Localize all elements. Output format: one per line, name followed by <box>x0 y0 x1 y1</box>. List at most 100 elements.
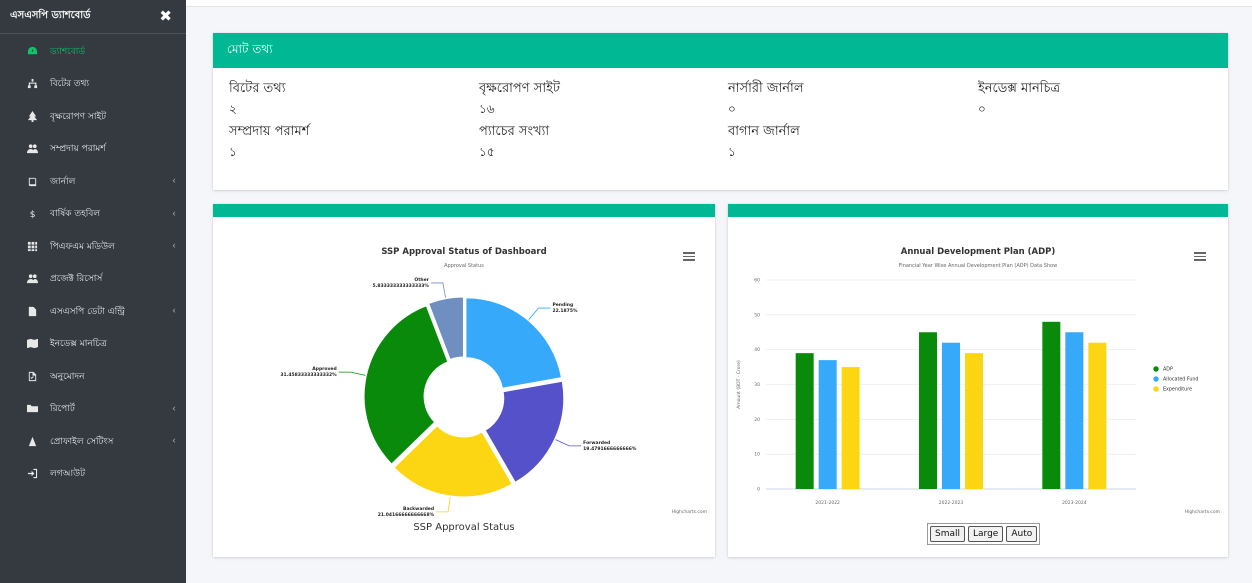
sidebar-item[interactable]: বিটের তথ্য <box>0 68 186 101</box>
legend-label[interactable]: Expenditure <box>1163 387 1192 393</box>
bar[interactable] <box>1088 342 1107 489</box>
y-tick-label: 20 <box>754 417 760 423</box>
bar[interactable] <box>919 332 937 489</box>
book-icon <box>26 175 38 187</box>
summary-value: ০ <box>728 102 736 116</box>
pie-label-value: 21.04166666666668% <box>378 512 435 518</box>
pie-label-name: Other <box>414 277 429 283</box>
close-icon[interactable]: ✖ <box>159 9 172 24</box>
y-tick-label: 50 <box>754 312 760 318</box>
sidebar-item-label: বার্ষিক তহবিল <box>50 209 101 220</box>
card-header-bar <box>213 204 715 217</box>
file-check-icon <box>26 370 38 382</box>
legend-label[interactable]: Allocated Fund <box>1163 377 1198 383</box>
sidebar-item[interactable]: অনুমোদন <box>0 360 186 393</box>
bar-chart: 0 10 20 30 40 50 60 Amount (BDT - Crore) 2021-20… <box>736 278 1198 507</box>
size-large-button[interactable]: Large <box>968 526 1004 542</box>
dollar-icon: $ <box>26 208 38 220</box>
summary-item: ইনডেক্স মানচিত্র ০ <box>978 80 1060 117</box>
summary-value: ১ <box>728 145 736 159</box>
chevron-left-icon: ‹ <box>172 305 176 317</box>
legend-label[interactable]: ADP <box>1163 367 1173 373</box>
size-button-box: Small Large Auto <box>927 523 1041 545</box>
sidebar-item-label: অনুমোদন <box>50 371 85 382</box>
sidebar-item[interactable]: প্রজেক্ট রিসোর্স <box>0 263 186 296</box>
chevron-left-icon: ‹ <box>172 435 176 447</box>
sidebar-item[interactable]: জার্নাল ‹ <box>0 165 186 198</box>
bar[interactable] <box>942 342 960 489</box>
pie-label-name: Pending <box>552 302 573 308</box>
sidebar-item[interactable]: ইনডেক্স মানচিত্র <box>0 328 186 361</box>
sidebar-item-label: সম্প্রদায় পরামর্শ <box>50 144 106 155</box>
sidebar-item-label: ইনডেক্স মানচিত্র <box>50 339 107 350</box>
pie-label-value: 19.4791666666666% <box>583 446 637 452</box>
sidebar-item-label: প্রোফাইল সেটিংস <box>50 436 114 447</box>
sidebar-item[interactable]: এসএসপি ডেটা এন্ট্রি ‹ <box>0 295 186 328</box>
card-header-bar <box>728 204 1228 217</box>
bar[interactable] <box>841 367 860 489</box>
pie-connector <box>430 282 446 298</box>
sidebar: এসএসপি ড্যাশবোর্ড ✖ ড্যাশবোর্ড বিটের তথ্য… <box>0 0 186 583</box>
pie-label-value: 31.45833333333332% <box>280 372 337 378</box>
legend-marker[interactable] <box>1153 386 1159 392</box>
size-auto-button[interactable]: Auto <box>1006 526 1038 542</box>
chart-footer-label: SSP Approval Status <box>413 522 515 533</box>
sidebar-item[interactable]: ড্যাশবোর্ড <box>0 35 186 68</box>
bar[interactable] <box>818 360 837 489</box>
chart-credit[interactable]: Highcharts.com <box>672 510 707 515</box>
legend-marker[interactable] <box>1153 366 1159 372</box>
legend-marker[interactable] <box>1153 376 1159 382</box>
pie-connector <box>555 439 582 447</box>
bar[interactable] <box>795 353 814 489</box>
pie-label-name: Backwarded <box>403 506 434 512</box>
bar[interactable] <box>1065 332 1084 489</box>
sidebar-item-label: পিএফএম মডিউল <box>50 241 115 252</box>
summary-value: ১ <box>229 145 237 159</box>
y-tick-label: 30 <box>754 382 760 388</box>
sidebar-item[interactable]: সম্প্রদায় পরামর্শ <box>0 133 186 166</box>
sidebar-item-label: লগআউট <box>50 469 86 480</box>
summary-value: ১৫ <box>479 145 495 159</box>
pie-slice[interactable] <box>465 297 562 389</box>
folder-icon <box>26 403 38 415</box>
y-tick-label: 0 <box>757 487 760 493</box>
sidebar-item[interactable]: বৃক্ষরোপণ সাইট <box>0 100 186 133</box>
x-tick-label: 2023-2024 <box>1062 500 1087 506</box>
summary-item: বিটের তথ্য ২ <box>229 80 286 117</box>
sidebar-item[interactable]: লগআউট <box>0 458 186 491</box>
summary-label: নার্সারী জার্নাল <box>728 81 804 96</box>
sidebar-header: এসএসপি ড্যাশবোর্ড ✖ <box>0 0 186 34</box>
y-tick-label: 60 <box>754 278 760 284</box>
sidebar-item-label: রিপোর্ট <box>50 404 75 415</box>
pie-connector <box>338 371 366 376</box>
pie-label-value: 22.1875% <box>552 308 577 314</box>
bar[interactable] <box>1042 321 1061 489</box>
adp-chart-card: Annual Development Plan (ADP) Financial … <box>728 204 1228 557</box>
summary-label: সম্প্রদায় পরামর্শ <box>229 124 310 139</box>
y-tick-label: 40 <box>754 347 760 353</box>
chevron-left-icon: ‹ <box>172 403 176 415</box>
chevron-left-icon: ‹ <box>172 208 176 220</box>
dashboard-icon <box>26 45 38 57</box>
summary-item: নার্সারী জার্নাল ০ <box>728 80 804 117</box>
sidebar-item-label: এসএসপি ডেটা এন্ট্রি <box>50 306 125 317</box>
x-tick-label: 2021-2022 <box>815 500 840 506</box>
summary-grid: বিটের তথ্য ২ বৃক্ষরোপণ সাইট ১৬ নার্সারী জার্… <box>213 68 1228 190</box>
y-axis-label: Amount (BDT - Crore) <box>736 360 742 409</box>
sidebar-item[interactable]: পিএফএম মডিউল ‹ <box>0 230 186 263</box>
top-bar <box>186 0 1252 7</box>
sidebar-item[interactable]: প্রোফাইল সেটিংস ‹ <box>0 425 186 458</box>
summary-value: ২ <box>229 102 237 116</box>
summary-item: বাগান জার্নাল ১ <box>728 123 800 160</box>
pie-connector <box>528 307 551 320</box>
chart-credit[interactable]: Highcharts.com <box>1185 510 1220 515</box>
file-icon <box>26 305 38 317</box>
sidebar-brand: এসএসপি ড্যাশবোর্ড <box>10 10 91 21</box>
summary-item: প্যাচের সংখ্যা ১৫ <box>479 123 549 160</box>
sidebar-item[interactable]: রিপোর্ট ‹ <box>0 393 186 426</box>
tree-icon <box>26 110 38 122</box>
sitemap-icon <box>26 78 38 90</box>
size-small-button[interactable]: Small <box>930 526 965 542</box>
sidebar-item[interactable]: $ বার্ষিক তহবিল ‹ <box>0 198 186 231</box>
bar[interactable] <box>965 353 983 489</box>
